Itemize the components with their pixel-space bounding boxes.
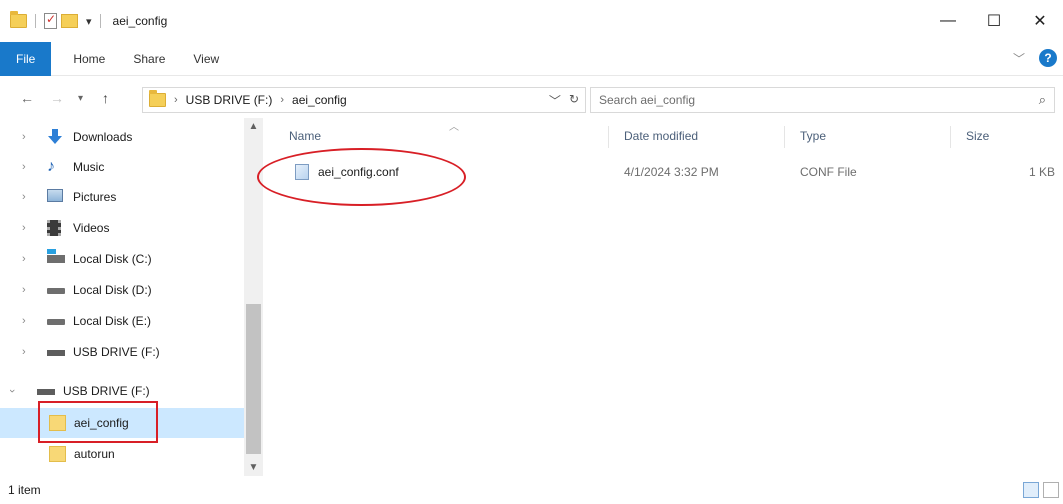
nav-item-local-disk-c[interactable]: › Local Disk (C:): [0, 244, 244, 274]
address-history-dropdown-icon[interactable]: ﹀: [549, 92, 561, 109]
breadcrumb-separator-icon[interactable]: ›: [280, 94, 284, 106]
expand-ribbon-icon[interactable]: ﹀: [1013, 50, 1025, 67]
nav-item-label: Local Disk (C:): [73, 252, 152, 266]
address-bar[interactable]: › USB DRIVE (F:) › aei_config ﹀ ↻: [142, 87, 586, 113]
breadcrumb-separator-icon[interactable]: ›: [174, 94, 178, 106]
videos-icon: [47, 220, 61, 236]
new-folder-icon[interactable]: [61, 14, 78, 28]
search-placeholder: Search aei_config: [599, 93, 696, 107]
folder-icon: [49, 446, 66, 462]
folder-icon: [149, 90, 166, 107]
expand-chevron-icon[interactable]: ›: [22, 131, 26, 143]
scrollbar-thumb[interactable]: [246, 304, 261, 454]
nav-item-label: Downloads: [73, 130, 133, 144]
recent-locations-dropdown-icon[interactable]: ▾: [78, 93, 83, 104]
column-header-type[interactable]: Type: [800, 129, 826, 143]
nav-item-usb-drive[interactable]: › USB DRIVE (F:): [0, 337, 244, 367]
column-divider[interactable]: [784, 126, 785, 148]
status-bar: 1 item: [0, 476, 1063, 504]
large-icons-view-icon[interactable]: [1043, 482, 1059, 498]
scroll-up-arrow-icon[interactable]: ▲: [244, 118, 263, 135]
address-row: ← → ▾ ↑ › USB DRIVE (F:) › aei_config ﹀ …: [0, 84, 1063, 114]
file-type: CONF File: [800, 165, 857, 179]
expand-chevron-icon[interactable]: ›: [22, 284, 26, 296]
collapse-chevron-icon[interactable]: ›: [6, 389, 18, 393]
nav-item-label: Local Disk (E:): [73, 314, 152, 328]
up-arrow-icon[interactable]: ↑: [102, 90, 109, 106]
highlight-ellipse-annotation: [257, 148, 466, 206]
breadcrumb-aei-config[interactable]: aei_config: [292, 93, 347, 107]
expand-chevron-icon[interactable]: ›: [22, 191, 26, 203]
usb-drive-icon: [37, 389, 55, 395]
refresh-icon[interactable]: ↻: [569, 92, 579, 109]
pictures-icon: [47, 189, 63, 202]
column-divider[interactable]: [608, 126, 609, 148]
file-size: 1 KB: [1028, 165, 1055, 179]
usb-drive-icon: [47, 350, 65, 356]
search-icon[interactable]: ⌕: [1039, 92, 1046, 108]
nav-item-label: Pictures: [73, 190, 117, 204]
close-button[interactable]: ✕: [1017, 0, 1063, 42]
title-bar: ▾ aei_config — ☐ ✕: [0, 0, 1063, 42]
breadcrumb-usb-drive[interactable]: USB DRIVE (F:): [186, 93, 273, 107]
nav-item-local-disk-d[interactable]: › Local Disk (D:): [0, 275, 244, 305]
scroll-down-arrow-icon[interactable]: ▼: [244, 459, 263, 476]
expand-chevron-icon[interactable]: ›: [22, 161, 26, 173]
system-drive-icon: [47, 249, 65, 263]
downloads-icon: [47, 129, 63, 145]
nav-item-autorun[interactable]: autorun: [0, 439, 244, 469]
column-header-size[interactable]: Size: [966, 129, 989, 143]
nav-item-label: USB DRIVE (F:): [63, 384, 150, 398]
search-box[interactable]: Search aei_config ⌕: [590, 87, 1055, 113]
maximize-button[interactable]: ☐: [971, 0, 1017, 42]
file-date-modified: 4/1/2024 3:32 PM: [624, 165, 719, 179]
nav-item-label: Music: [73, 160, 105, 174]
nav-item-pictures[interactable]: › Pictures: [0, 182, 244, 212]
column-header-name[interactable]: Name: [289, 129, 321, 143]
properties-icon[interactable]: [44, 12, 57, 29]
toolbar-separator: [35, 14, 36, 28]
column-header-date-modified[interactable]: Date modified: [624, 129, 698, 143]
tab-share[interactable]: Share: [119, 42, 179, 76]
drive-icon: [47, 288, 65, 294]
nav-item-label: Videos: [73, 221, 110, 235]
music-icon: ♪: [47, 158, 55, 175]
drive-icon: [47, 319, 65, 325]
forward-arrow-icon[interactable]: →: [50, 90, 64, 106]
expand-chevron-icon[interactable]: ›: [22, 253, 26, 265]
tab-home[interactable]: Home: [59, 42, 119, 76]
item-count: 1 item: [8, 483, 41, 497]
details-view-icon[interactable]: [1023, 482, 1039, 498]
nav-item-label: USB DRIVE (F:): [73, 345, 160, 359]
nav-item-music[interactable]: › ♪ Music: [0, 152, 244, 182]
customize-toolbar-dropdown-icon[interactable]: ▾: [86, 15, 92, 28]
tab-view[interactable]: View: [179, 42, 233, 76]
nav-item-videos[interactable]: › Videos: [0, 213, 244, 243]
folder-icon: [10, 11, 27, 28]
sort-ascending-icon: ︿: [449, 122, 459, 133]
expand-chevron-icon[interactable]: ›: [22, 346, 26, 358]
nav-item-label: autorun: [74, 447, 115, 461]
help-icon[interactable]: ?: [1039, 49, 1057, 67]
ribbon-tabs: File Home Share View ﹀ ?: [0, 41, 1063, 76]
expand-chevron-icon[interactable]: ›: [22, 222, 26, 234]
back-arrow-icon[interactable]: ←: [20, 90, 34, 106]
tab-file[interactable]: File: [0, 41, 52, 76]
nav-item-downloads[interactable]: › Downloads: [0, 122, 244, 152]
minimize-button[interactable]: —: [925, 0, 971, 42]
toolbar-separator: [99, 14, 101, 28]
nav-item-label: Local Disk (D:): [73, 283, 152, 297]
expand-chevron-icon[interactable]: ›: [22, 315, 26, 327]
window-title: aei_config: [112, 14, 168, 28]
nav-item-local-disk-e[interactable]: › Local Disk (E:): [0, 306, 244, 336]
highlight-box-annotation: [38, 401, 158, 443]
quick-access-toolbar: ▾: [10, 11, 105, 29]
column-divider[interactable]: [950, 126, 951, 148]
